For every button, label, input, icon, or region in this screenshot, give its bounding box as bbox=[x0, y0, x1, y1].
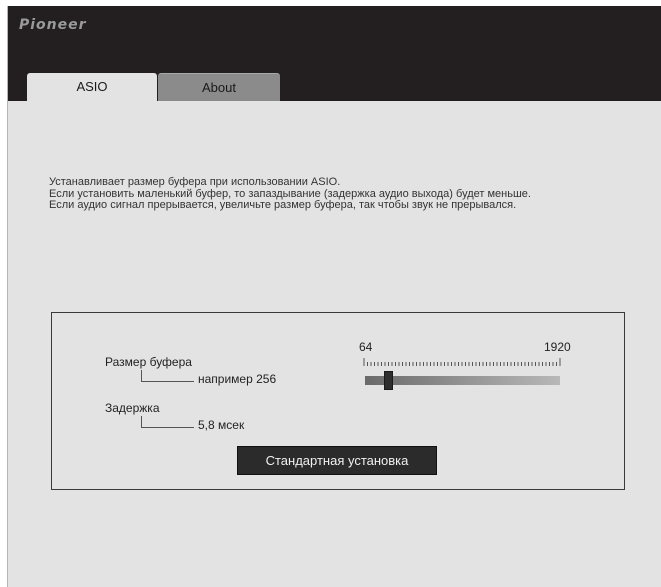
buffer-size-slider-thumb[interactable] bbox=[384, 371, 394, 390]
tab-about[interactable]: About bbox=[158, 73, 280, 101]
buffer-size-value: например 256 bbox=[198, 372, 277, 386]
slider-max-label: 1920 bbox=[544, 340, 571, 354]
latency-label: Задержка bbox=[105, 401, 160, 415]
slider-ticks bbox=[363, 358, 561, 366]
latency-value: 5,8 мсек bbox=[198, 418, 245, 432]
description-line: Если аудио сигнал прерывается, увеличьте… bbox=[49, 199, 517, 211]
buffer-bracket-line bbox=[141, 370, 194, 382]
buffer-size-label: Размер буфера bbox=[105, 355, 192, 369]
latency-bracket-line bbox=[141, 416, 194, 428]
tab-asio[interactable]: ASIO bbox=[27, 73, 157, 101]
asio-settings-window: Pioneer ASIO About Устанавливает размер … bbox=[7, 6, 661, 587]
asio-description: Устанавливает размер буфера при использо… bbox=[49, 176, 649, 212]
default-setting-button[interactable]: Стандартная установка bbox=[237, 446, 437, 475]
buffer-size-slider-track[interactable] bbox=[365, 376, 560, 385]
buffer-settings-panel: Размер буфера например 256 Задержка 5,8 … bbox=[51, 312, 625, 490]
description-line: Устанавливает размер буфера при использо… bbox=[49, 176, 341, 188]
slider-min-label: 64 bbox=[359, 340, 373, 354]
brand-header: Pioneer ASIO About bbox=[8, 6, 661, 101]
pioneer-logo: Pioneer bbox=[19, 17, 87, 33]
